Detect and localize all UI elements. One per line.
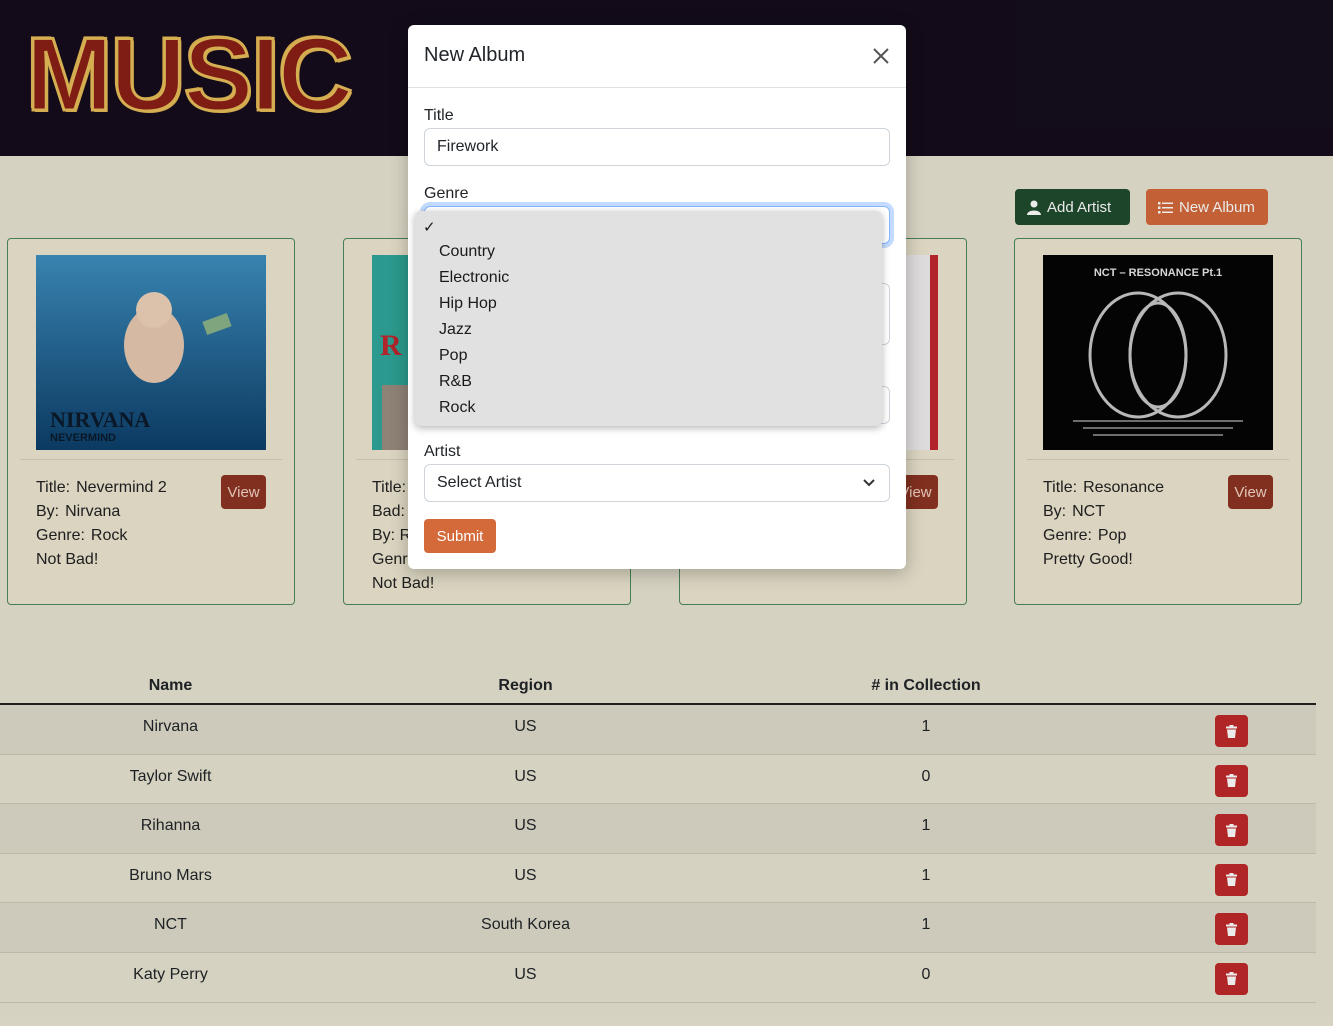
chevron-down-icon — [863, 479, 875, 487]
genre-dropdown-list: ✓ Country Electronic Hip Hop Jazz Pop R&… — [415, 211, 882, 426]
title-input[interactable]: Firework — [424, 128, 890, 166]
dropdown-option-rock[interactable]: Rock — [415, 395, 882, 421]
modal-title: New Album — [424, 44, 526, 66]
dropdown-option-jazz[interactable]: Jazz — [415, 317, 882, 343]
close-icon[interactable] — [871, 46, 891, 66]
dropdown-option-country[interactable]: Country — [415, 239, 882, 265]
submit-button[interactable]: Submit — [424, 519, 496, 553]
dropdown-option-empty[interactable]: ✓ — [415, 217, 882, 239]
artist-select[interactable]: Select Artist — [424, 464, 890, 502]
modal-header: New Album — [408, 25, 906, 88]
artist-select-value: Select Artist — [437, 474, 522, 491]
checkmark-icon: ✓ — [423, 219, 436, 236]
dropdown-option-rnb[interactable]: R&B — [415, 369, 882, 395]
dropdown-option-pop[interactable]: Pop — [415, 343, 882, 369]
dropdown-option-electronic[interactable]: Electronic — [415, 265, 882, 291]
dropdown-option-hip-hop[interactable]: Hip Hop — [415, 291, 882, 317]
title-label: Title — [424, 107, 454, 124]
artist-label: Artist — [424, 443, 461, 460]
genre-label: Genre — [424, 185, 469, 202]
